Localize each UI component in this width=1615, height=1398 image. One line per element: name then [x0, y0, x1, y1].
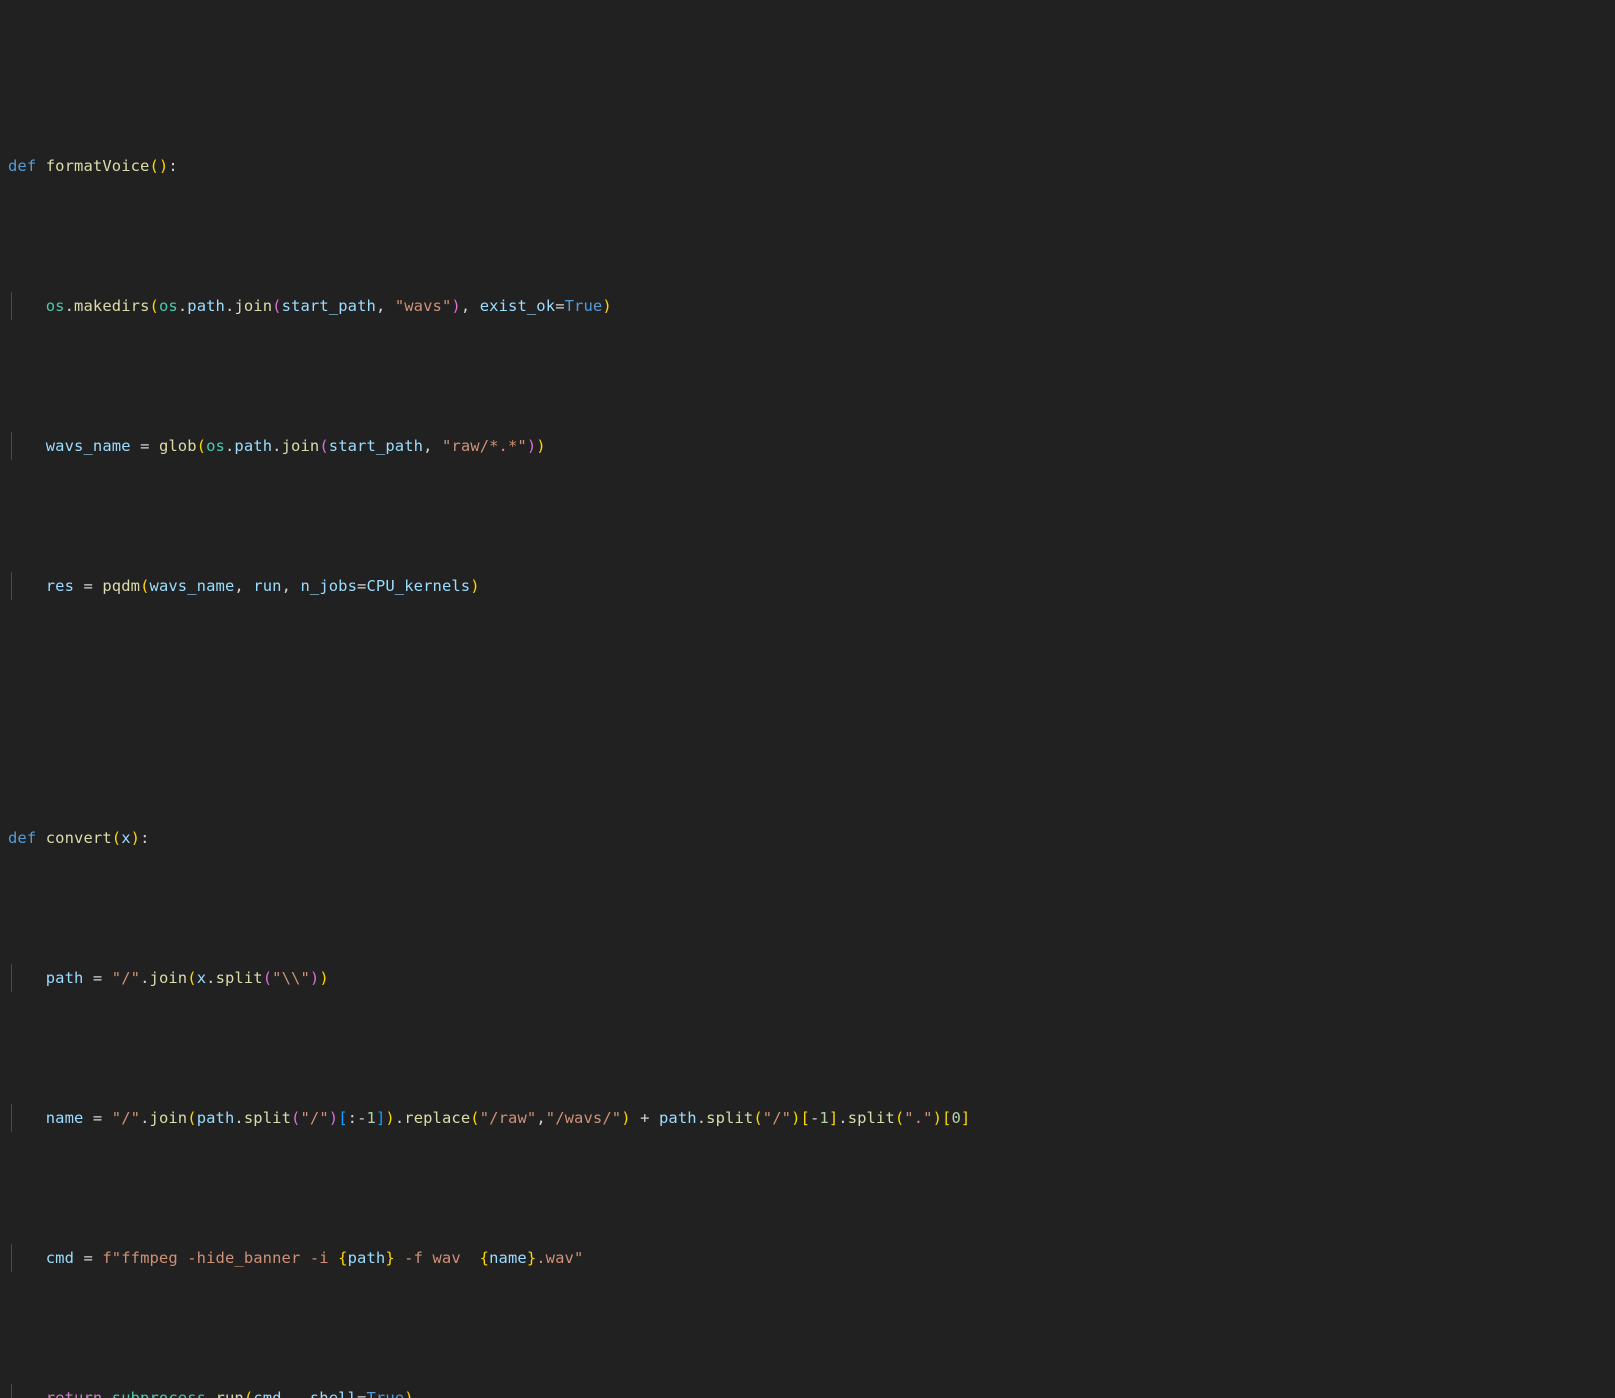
code-line[interactable]: name = "/".join(path.split("/")[:-1]).re… [0, 1104, 1615, 1132]
indent-guide [11, 1104, 12, 1132]
code-line-text: os.makedirs(os.path.join(start_path, "wa… [45, 297, 612, 315]
code-content[interactable]: def formatVoice(): os.makedirs(os.path.j… [0, 40, 1615, 1398]
code-line-text: def convert(x): [8, 829, 150, 847]
indent-guide [11, 1384, 12, 1398]
code-line-text: name = "/".join(path.split("/")[:-1]).re… [45, 1109, 971, 1127]
code-line[interactable]: path = "/".join(x.split("\\")) [0, 964, 1615, 992]
indent-guide [11, 964, 12, 992]
indent-guide [11, 572, 12, 600]
code-line-text: def formatVoice(): [8, 157, 178, 175]
code-line-text: cmd = f"ffmpeg -hide_banner -i {path} -f… [45, 1249, 584, 1267]
code-line[interactable]: def formatVoice(): [0, 152, 1615, 180]
code-line-text: wavs_name = glob(os.path.join(start_path… [45, 437, 546, 455]
code-line[interactable]: return subprocess.run(cmd, shell=True) [0, 1384, 1615, 1398]
code-line[interactable]: wavs_name = glob(os.path.join(start_path… [0, 432, 1615, 460]
code-line-text: return subprocess.run(cmd, shell=True) [45, 1389, 414, 1398]
indent-guide [11, 432, 12, 460]
code-line-blank[interactable] [0, 684, 1615, 712]
code-line-text: res = pqdm(wavs_name, run, n_jobs=CPU_ke… [45, 577, 480, 595]
code-line[interactable]: cmd = f"ffmpeg -hide_banner -i {path} -f… [0, 1244, 1615, 1272]
code-line[interactable]: res = pqdm(wavs_name, run, n_jobs=CPU_ke… [0, 572, 1615, 600]
code-line[interactable]: def convert(x): [0, 824, 1615, 852]
code-line[interactable]: os.makedirs(os.path.join(start_path, "wa… [0, 292, 1615, 320]
indent-guide [11, 292, 12, 320]
indent-guide [11, 1244, 12, 1272]
code-line-text: path = "/".join(x.split("\\")) [45, 969, 329, 987]
code-editor-pane[interactable]: def formatVoice(): os.makedirs(os.path.j… [0, 0, 1615, 1398]
